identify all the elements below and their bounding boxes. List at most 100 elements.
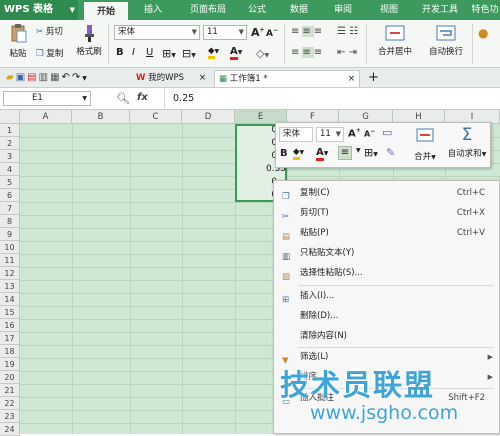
shrink-font-button[interactable]: A− — [266, 27, 278, 39]
row-header-5[interactable]: 5 — [0, 176, 20, 189]
menu-item-paste-special[interactable]: ▧ 选择性粘贴(S)... — [274, 263, 499, 283]
column-header-d[interactable]: D — [182, 110, 235, 124]
mini-autosum-button[interactable]: Σ 自动求和▼ — [444, 125, 490, 159]
print-icon[interactable]: ▥ — [39, 72, 50, 83]
font-name-select[interactable]: 宋体 ▼ — [114, 25, 200, 40]
close-icon[interactable]: × — [348, 71, 355, 87]
row-header-3[interactable]: 3 — [0, 150, 20, 163]
mini-font-select[interactable]: 宋体 — [279, 127, 313, 142]
tab-page-layout[interactable]: 页面布局 — [178, 0, 238, 20]
row-header-23[interactable]: 23 — [0, 410, 20, 423]
chevron-down-icon[interactable]: ▼ — [356, 147, 361, 154]
merge-cells-button[interactable]: ⊟▼ — [182, 47, 196, 60]
tab-review[interactable]: 审阅 — [326, 0, 360, 20]
save-icon[interactable]: ▣ — [16, 72, 27, 83]
copy-button[interactable]: ❐ 复制 — [36, 47, 63, 59]
border-button[interactable]: ⊞▼ — [162, 47, 176, 60]
cell-e3[interactable]: 0. — [240, 151, 280, 161]
close-icon[interactable]: × — [199, 70, 206, 86]
mini-format-icon[interactable]: ▭ — [382, 126, 392, 139]
row-header-21[interactable]: 21 — [0, 384, 20, 397]
row-header-14[interactable]: 14 — [0, 293, 20, 306]
zoom-icon[interactable]: 🔍︎ — [116, 92, 130, 105]
column-header-b[interactable]: B — [72, 110, 130, 124]
mini-bold-button[interactable]: B — [280, 148, 288, 159]
undo-icon[interactable]: ↶ — [62, 72, 72, 83]
tab-formula[interactable]: 公式 — [240, 0, 274, 20]
vertical-align-buttons[interactable]: ≡≡≡ — [291, 26, 325, 37]
tab-data[interactable]: 数据 — [283, 0, 315, 20]
paste-button[interactable]: 粘贴 — [4, 24, 32, 59]
clear-button[interactable]: ◇▼ — [256, 47, 269, 60]
row-header-9[interactable]: 9 — [0, 228, 20, 241]
mini-border-button[interactable]: ⊞▼ — [364, 146, 378, 159]
tab-insert[interactable]: 插入 — [136, 0, 170, 20]
row-header-4[interactable]: 4 — [0, 163, 20, 176]
number-format-button[interactable]: ● — [478, 26, 488, 40]
menu-item-paste[interactable]: ▤ 粘贴(P) Ctrl+V — [274, 223, 499, 243]
row-header-22[interactable]: 22 — [0, 397, 20, 410]
mini-fill-color-button[interactable]: ◆▼ — [293, 147, 304, 160]
row-header-12[interactable]: 12 — [0, 267, 20, 280]
menu-item-clear-contents[interactable]: 清除内容(N) — [274, 326, 499, 346]
mini-align-button[interactable]: ≡ — [338, 146, 352, 160]
row-header-10[interactable]: 10 — [0, 241, 20, 254]
row-header-16[interactable]: 16 — [0, 319, 20, 332]
row-header-17[interactable]: 17 — [0, 332, 20, 345]
tab-home[interactable]: 开始 — [84, 0, 128, 20]
row-header-20[interactable]: 20 — [0, 371, 20, 384]
formula-input[interactable]: 0.25 — [164, 88, 500, 109]
row-header-11[interactable]: 11 — [0, 254, 20, 267]
print-preview-icon[interactable]: ▦ — [50, 72, 61, 83]
cell-e2[interactable]: 0. — [240, 138, 280, 148]
doc-tab-my-wps[interactable]: W 我的WPS × — [132, 70, 210, 87]
indent-adjust-buttons[interactable]: ⇤ ⇥ — [337, 47, 357, 58]
menu-item-copy[interactable]: ❐ 复制(C) Ctrl+C — [274, 183, 499, 203]
menu-item-insert[interactable]: ⊞ 插入(I)... — [274, 286, 499, 306]
fx-button[interactable]: fx — [137, 92, 148, 103]
export-pdf-icon[interactable]: ▤ — [27, 72, 38, 83]
cut-button[interactable]: ✂ 剪切 — [36, 25, 63, 37]
app-menu-button[interactable]: WPS 表格 ▼ — [0, 0, 78, 20]
folder-icon[interactable]: ▰ — [6, 72, 16, 83]
bold-button[interactable]: B — [116, 47, 124, 58]
row-header-1[interactable]: 1 — [0, 124, 20, 137]
chevron-down-icon[interactable]: ▼ — [82, 75, 89, 82]
menu-item-paste-text[interactable]: ▥ 只粘贴文本(Y) — [274, 243, 499, 263]
font-color-button[interactable]: A▼ — [230, 46, 242, 60]
row-header-18[interactable]: 18 — [0, 345, 20, 358]
column-header-c[interactable]: C — [130, 110, 182, 124]
row-header-13[interactable]: 13 — [0, 280, 20, 293]
cell-e1[interactable]: 0. — [240, 125, 280, 135]
new-tab-plus-icon[interactable]: + — [364, 70, 379, 87]
row-header-2[interactable]: 2 — [0, 137, 20, 150]
format-painter-button[interactable]: 格式刷 — [74, 24, 104, 57]
mini-size-select[interactable]: 11 ▼ — [316, 127, 344, 142]
merge-center-button[interactable]: 合并居中 — [372, 24, 418, 57]
tab-view[interactable]: 视图 — [372, 0, 406, 20]
tab-special[interactable]: 特色功 — [470, 0, 500, 20]
mini-grow-font-button[interactable]: A+ — [348, 127, 361, 139]
mini-merge-button[interactable]: 合并▼ — [410, 127, 440, 162]
row-header-7[interactable]: 7 — [0, 202, 20, 215]
column-header-a[interactable]: A — [20, 110, 72, 124]
tab-developer[interactable]: 开发工具 — [417, 0, 463, 20]
row-header-6[interactable]: 6 — [0, 189, 20, 202]
font-size-select[interactable]: 11 ▼ — [203, 25, 247, 40]
indent-buttons[interactable]: ☰ ☷ — [337, 26, 358, 37]
row-header-19[interactable]: 19 — [0, 358, 20, 371]
menu-item-delete[interactable]: 删除(D)... — [274, 306, 499, 326]
row-header-8[interactable]: 8 — [0, 215, 20, 228]
redo-icon[interactable]: ↷ — [72, 72, 82, 83]
horizontal-align-buttons[interactable]: ≡≡≡ — [291, 47, 325, 58]
italic-button[interactable]: I — [132, 47, 135, 58]
doc-tab-workbook1[interactable]: ▦ 工作簿1 * × — [214, 70, 360, 87]
row-header-15[interactable]: 15 — [0, 306, 20, 319]
wrap-text-button[interactable]: 自动换行 — [424, 24, 468, 57]
row-header-24[interactable]: 24 — [0, 423, 20, 436]
mini-format-painter-button[interactable]: ✎ — [386, 146, 395, 159]
mini-shrink-font-button[interactable]: A− — [364, 128, 375, 139]
select-all-corner[interactable] — [0, 110, 20, 124]
underline-button[interactable]: U — [146, 47, 153, 58]
name-box[interactable]: E1 ▼ — [3, 91, 91, 106]
